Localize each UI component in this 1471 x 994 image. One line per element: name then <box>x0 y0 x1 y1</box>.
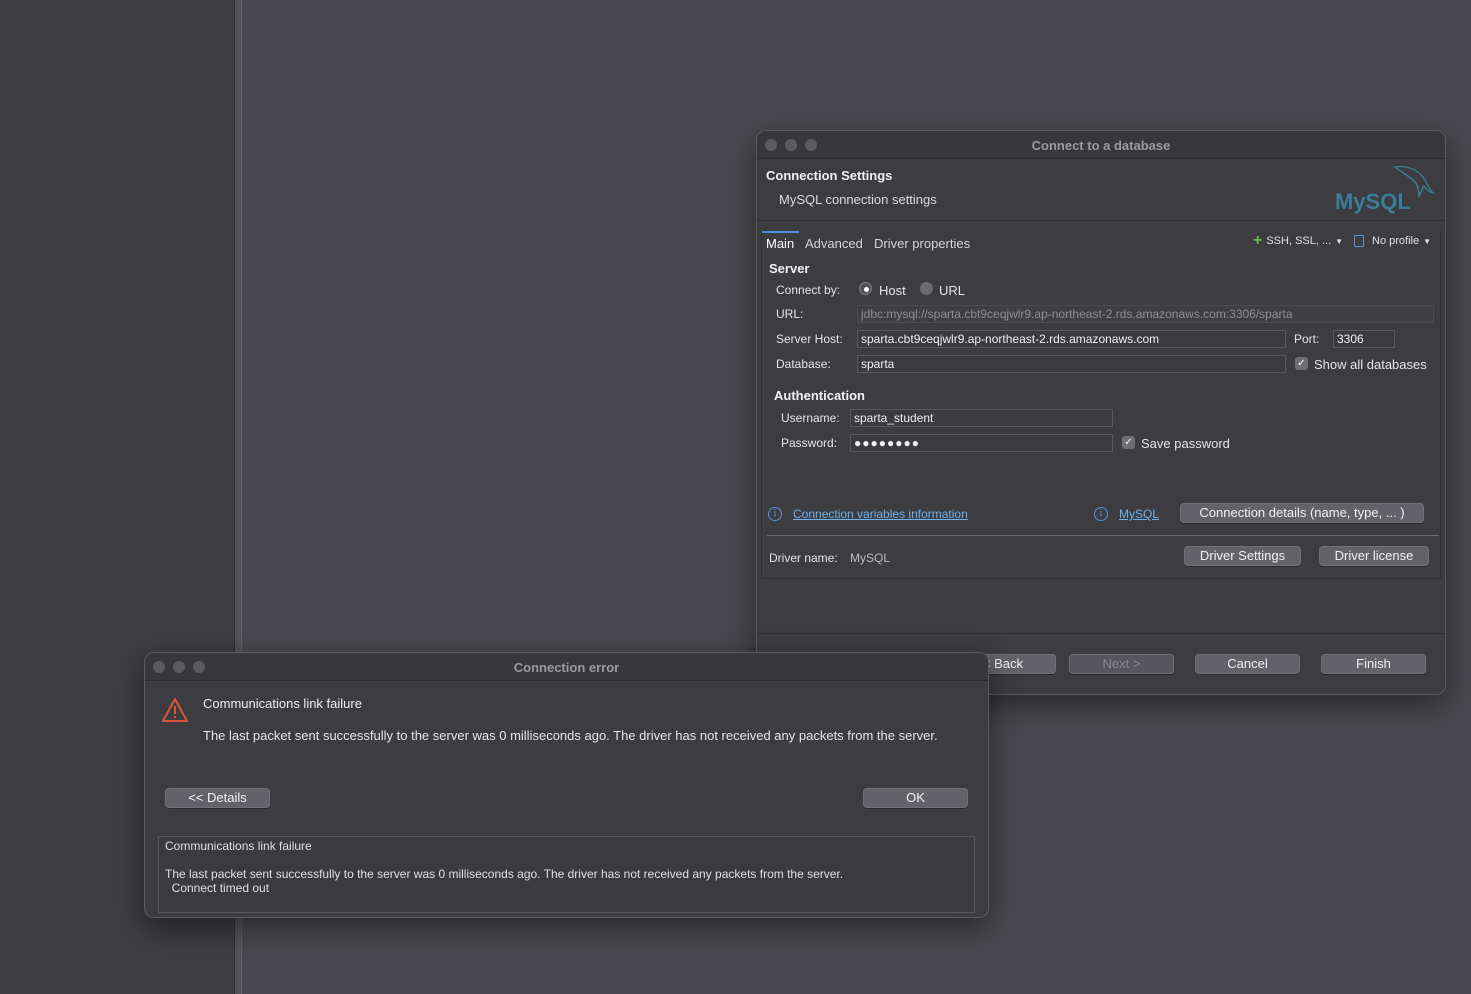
url-radio-label[interactable]: URL <box>939 283 965 298</box>
details-line: The last packet sent successfully to the… <box>165 867 844 881</box>
port-label: Port: <box>1294 332 1320 346</box>
url-radio[interactable] <box>920 282 933 295</box>
warning-icon <box>162 698 188 722</box>
mysql-logo-icon: MySQL <box>1335 165 1436 214</box>
driver-name-label: Driver name: <box>769 551 838 565</box>
host-radio-label[interactable]: Host <box>879 283 906 298</box>
server-host-field[interactable]: sparta.cbt9ceqjwlr9.ap-northeast-2.rds.a… <box>857 330 1286 348</box>
authentication-section-title: Authentication <box>774 388 865 403</box>
connection-details-button[interactable]: Connection details (name, type, ... ) <box>1180 503 1424 523</box>
details-line: Communications link failure <box>165 839 312 853</box>
url-field[interactable]: jdbc:mysql://sparta.cbt9ceqjwlr9.ap-nort… <box>857 305 1434 323</box>
server-section-title: Server <box>769 261 810 276</box>
connection-settings-title: Connection Settings <box>766 168 893 183</box>
finish-button[interactable]: Finish <box>1321 654 1426 674</box>
details-line <box>165 853 968 867</box>
error-dialog-title: Connection error <box>513 660 620 675</box>
connect-dialog-titlebar: Connect to a database <box>757 131 1445 159</box>
ok-button[interactable]: OK <box>863 788 968 808</box>
info-icon: i <box>1094 507 1108 521</box>
database-field[interactable]: sparta <box>857 355 1286 373</box>
database-label: Database: <box>776 357 831 371</box>
username-label: Username: <box>781 411 840 425</box>
url-label: URL: <box>776 307 804 321</box>
error-message-body: The last packet sent successfully to the… <box>203 728 938 743</box>
mysql-link[interactable]: MySQL <box>1119 507 1159 521</box>
host-radio[interactable] <box>859 282 872 295</box>
connection-settings-subtitle: MySQL connection settings <box>779 192 937 207</box>
connection-error-dialog: Connection error Communications link fai… <box>144 652 989 918</box>
cancel-button[interactable]: Cancel <box>1195 654 1300 674</box>
show-all-databases-label[interactable]: Show all databases <box>1314 357 1427 372</box>
error-details-text-area[interactable]: Communications link failure The last pac… <box>158 836 975 913</box>
username-field[interactable]: sparta_student <box>850 409 1113 427</box>
port-field[interactable]: 3306 <box>1333 330 1395 348</box>
password-label: Password: <box>781 436 838 450</box>
connect-dialog-title: Connect to a database <box>1031 138 1171 153</box>
details-line: Connect timed out <box>165 881 270 895</box>
info-icon: i <box>768 507 782 521</box>
divider <box>767 535 1439 536</box>
save-password-checkbox[interactable]: ✓ <box>1122 436 1135 449</box>
error-dialog-titlebar: Connection error <box>145 653 988 681</box>
connection-settings-header: Connection Settings MySQL connection set… <box>757 159 1445 221</box>
connect-database-dialog: Connect to a database Connection Setting… <box>756 130 1446 695</box>
error-message-title: Communications link failure <box>203 696 362 711</box>
driver-license-button[interactable]: Driver license <box>1319 546 1429 566</box>
password-field[interactable]: ●●●●●●●● <box>850 434 1113 452</box>
driver-name-value: MySQL <box>850 551 891 565</box>
next-button[interactable]: Next > <box>1069 654 1174 674</box>
connect-by-label: Connect by: <box>776 283 841 297</box>
connection-variables-link[interactable]: Connection variables information <box>793 507 968 521</box>
driver-settings-button[interactable]: Driver Settings <box>1184 546 1301 566</box>
save-password-label[interactable]: Save password <box>1141 436 1230 451</box>
show-all-databases-checkbox[interactable]: ✓ <box>1295 357 1308 370</box>
footer-divider <box>757 633 1445 634</box>
mysql-logo-text: MySQL <box>1335 189 1411 214</box>
details-toggle-button[interactable]: << Details <box>165 788 270 808</box>
server-host-label: Server Host: <box>776 332 843 346</box>
